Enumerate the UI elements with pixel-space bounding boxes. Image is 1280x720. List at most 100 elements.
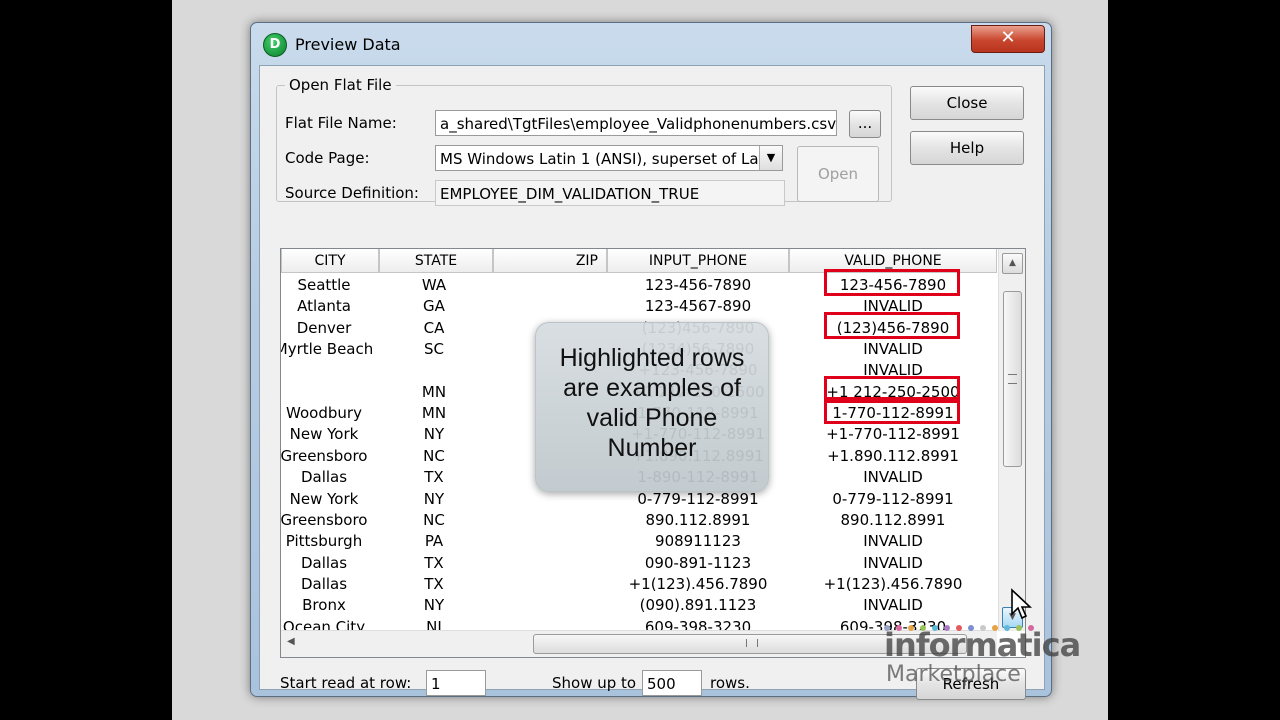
column-header-state[interactable]: STATE (379, 249, 493, 273)
brand-name: informatica (884, 626, 1081, 664)
cell-city: Dallas (300, 468, 348, 487)
table-row[interactable]: Dallas TX +1(123).456.7890 +1(123).456.7890 (281, 574, 997, 595)
app-logo-icon: D (263, 33, 287, 57)
cell-state: TX (424, 553, 444, 572)
scroll-up-icon[interactable]: ▲ (1002, 253, 1023, 274)
cell-input-phone: 123-456-7890 (644, 276, 752, 294)
callout-line: are examples of (563, 374, 741, 402)
cell-state: SC (424, 340, 444, 359)
cell-city: Pittsburgh (285, 532, 363, 551)
cell-state: WA (421, 276, 447, 294)
grip-icon (746, 639, 758, 647)
cell-city: New York (289, 489, 359, 508)
column-header-zip[interactable]: ZIP (493, 249, 607, 273)
cell-state: GA (423, 297, 445, 316)
cell-input-phone: 123-4567-890 (644, 297, 752, 316)
cell-input-phone: (090).891.1123 (639, 596, 757, 615)
cell-city: Bronx (302, 596, 346, 615)
close-button[interactable]: Close (910, 86, 1024, 120)
cell-valid-phone: +1.890.112.8991 (827, 446, 959, 465)
cell-input-phone: 890.112.8991 (645, 510, 751, 529)
table-row[interactable]: Pittsburgh PA 908911123 INVALID (281, 531, 997, 552)
cell-input-phone: 090-891-1123 (644, 553, 752, 572)
cell-zip (491, 510, 607, 531)
vertical-scroll-thumb[interactable] (1003, 291, 1022, 467)
callout-line: Number (607, 434, 697, 462)
cell-state: CA (423, 318, 445, 337)
chevron-down-icon[interactable]: ▼ (759, 146, 782, 170)
grip-icon (1008, 374, 1017, 384)
brand-dots (884, 616, 1040, 631)
start-read-input[interactable]: 1 (426, 670, 486, 696)
brand-subtitle: Marketplace (886, 662, 1021, 687)
cell-state (377, 360, 491, 381)
highlight-box (824, 269, 960, 296)
cell-valid-phone: INVALID (863, 532, 923, 551)
table-row[interactable]: Greensboro NC 890.112.8991 890.112.8991 (281, 510, 997, 531)
title-bar[interactable]: D Preview Data ✕ (251, 23, 1051, 65)
highlight-box (824, 397, 960, 425)
cell-zip (491, 574, 607, 595)
cell-city: Myrtle Beach (281, 340, 374, 359)
cell-city (281, 360, 377, 381)
open-button[interactable]: Open (797, 146, 879, 202)
cell-zip (491, 553, 607, 574)
cell-input-phone: 908911123 (655, 532, 741, 551)
show-up-to-label: Show up to (552, 674, 637, 692)
scroll-left-icon[interactable]: ◀ (287, 636, 295, 647)
code-page-value: MS Windows Latin 1 (ANSI), superset of L… (440, 150, 765, 168)
callout-tooltip: Highlighted rows are examples of valid P… (535, 322, 769, 492)
flat-file-name-label: Flat File Name: (285, 114, 397, 132)
cell-valid-phone: +1(123).456.7890 (823, 574, 963, 593)
cell-city (281, 382, 377, 403)
cell-state: NY (423, 596, 445, 615)
browse-button[interactable]: ... (849, 110, 881, 138)
cell-zip (491, 531, 607, 552)
source-definition-label: Source Definition: (285, 184, 419, 202)
start-read-label: Start read at row: (280, 674, 412, 692)
code-page-select[interactable]: MS Windows Latin 1 (ANSI), superset of L… (435, 145, 783, 171)
open-flat-file-group: Open Flat File Flat File Name: a_shared\… (276, 76, 892, 206)
cell-city: Dallas (300, 553, 348, 572)
cell-state: TX (424, 468, 444, 487)
cell-zip (491, 275, 607, 296)
rows-label: rows. (710, 674, 750, 692)
cell-city: Woodbury (286, 404, 362, 423)
cell-city: Greensboro (281, 446, 368, 465)
highlight-box (824, 311, 960, 339)
cell-city: Greensboro (281, 510, 368, 529)
table-row[interactable]: Dallas TX 090-891-1123 INVALID (281, 553, 997, 574)
cell-zip (491, 296, 607, 317)
cell-zip (491, 595, 607, 616)
column-header-input-phone[interactable]: INPUT_PHONE (607, 249, 789, 273)
callout-line: Highlighted rows (559, 344, 745, 372)
cell-state: NC (423, 446, 445, 465)
cell-state: NC (423, 510, 445, 529)
cell-valid-phone: INVALID (863, 553, 923, 572)
cell-state: MN (421, 404, 447, 423)
informatica-marketplace-logo: informatica Marketplace (884, 612, 1081, 692)
vertical-scrollbar[interactable]: ▲ ▼ (998, 249, 1025, 631)
cell-valid-phone: 890.112.8991 (840, 510, 946, 529)
cell-state: NJ (426, 617, 442, 631)
cell-valid-phone: INVALID (863, 340, 923, 359)
group-legend: Open Flat File (289, 76, 392, 94)
cell-city: Ocean City (282, 617, 366, 631)
cell-city: Dallas (300, 574, 348, 593)
show-up-to-input[interactable]: 500 (642, 670, 702, 696)
column-header-city[interactable]: CITY (281, 249, 379, 273)
cell-zip (491, 617, 607, 631)
cell-state: NY (423, 425, 445, 444)
cell-valid-phone: INVALID (863, 468, 923, 487)
cell-state: MN (421, 382, 447, 401)
cell-city: Seattle (297, 276, 351, 294)
help-button[interactable]: Help (910, 131, 1024, 165)
cell-valid-phone: +1-770-112-8991 (826, 425, 960, 444)
cell-state: NY (423, 489, 445, 508)
flat-file-name-input[interactable]: a_shared\TgtFiles\employee_Validphonenum… (435, 110, 837, 136)
cell-city: Atlanta (297, 297, 351, 316)
window-close-button[interactable]: ✕ (971, 25, 1045, 53)
callout-line: valid Phone (586, 404, 718, 432)
cell-input-phone: 609-398-3230 (644, 617, 752, 631)
code-page-label: Code Page: (285, 149, 370, 167)
